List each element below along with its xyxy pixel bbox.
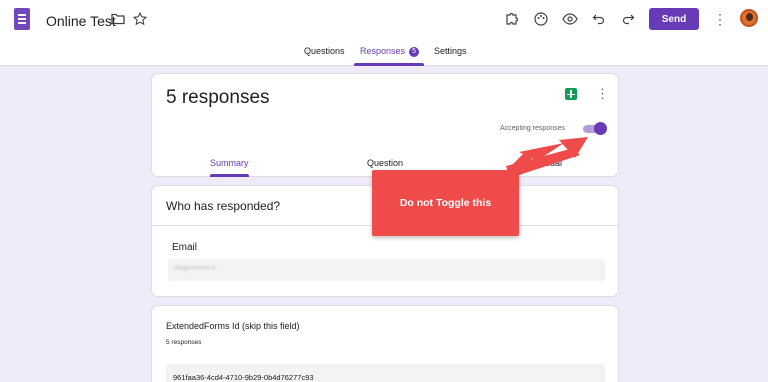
question-summary-card: ExtendedForms Id (skip this field) 5 res… <box>151 305 619 382</box>
email-label: Email <box>172 242 198 253</box>
tab-questions[interactable]: Questions <box>304 46 345 66</box>
question-response-count: 5 responses <box>166 339 202 346</box>
undo-icon[interactable] <box>590 10 608 28</box>
accepting-responses-toggle[interactable] <box>583 122 607 135</box>
palette-icon[interactable] <box>532 10 550 28</box>
response-count: 5 responses <box>166 87 270 108</box>
more-vert-icon[interactable]: ⋮ <box>711 10 729 28</box>
active-subtab-indicator <box>210 174 249 177</box>
who-responded-title: Who has responded? <box>166 199 281 213</box>
avatar[interactable] <box>740 9 758 27</box>
star-icon[interactable] <box>131 10 149 28</box>
sheets-icon[interactable] <box>565 88 577 100</box>
responses-summary-card: 5 responses ⋮ Accepting responses Summar… <box>151 73 619 177</box>
tab-settings[interactable]: Settings <box>434 46 467 66</box>
more-options-icon[interactable]: ⋮ <box>596 86 609 102</box>
annotation-callout: Do not Toggle this <box>372 170 519 236</box>
annotation-text: Do not Toggle this <box>399 197 492 209</box>
email-value: ••••@••••••••••.•• <box>174 266 216 272</box>
redo-icon[interactable] <box>619 10 637 28</box>
eye-icon[interactable] <box>561 10 579 28</box>
send-button[interactable]: Send <box>649 8 699 30</box>
subtab-individual[interactable]: Individual <box>524 158 562 168</box>
accepting-responses-label: Accepting responses <box>500 125 565 132</box>
folder-icon[interactable] <box>109 10 127 28</box>
form-title[interactable]: Online Test <box>46 13 116 29</box>
top-bar: Online Test Send ⋮ Questions Responses 5 … <box>0 0 768 66</box>
subtab-summary[interactable]: Summary <box>210 158 249 168</box>
tab-responses-label: Responses <box>360 46 406 56</box>
email-select[interactable]: ••••@••••••••••.•• <box>168 259 605 281</box>
question-title: ExtendedForms Id (skip this field) <box>166 321 300 331</box>
answer-item: 961faa36-4cd4-4710-9b29-0b4d76277c93 <box>166 364 605 382</box>
forms-logo-icon[interactable] <box>14 8 30 30</box>
subtab-question[interactable]: Question <box>367 158 403 168</box>
answer-text: 961faa36-4cd4-4710-9b29-0b4d76277c93 <box>173 373 314 382</box>
active-tab-indicator <box>354 63 424 66</box>
addons-icon[interactable] <box>503 10 521 28</box>
responses-count-badge: 5 <box>409 47 420 57</box>
